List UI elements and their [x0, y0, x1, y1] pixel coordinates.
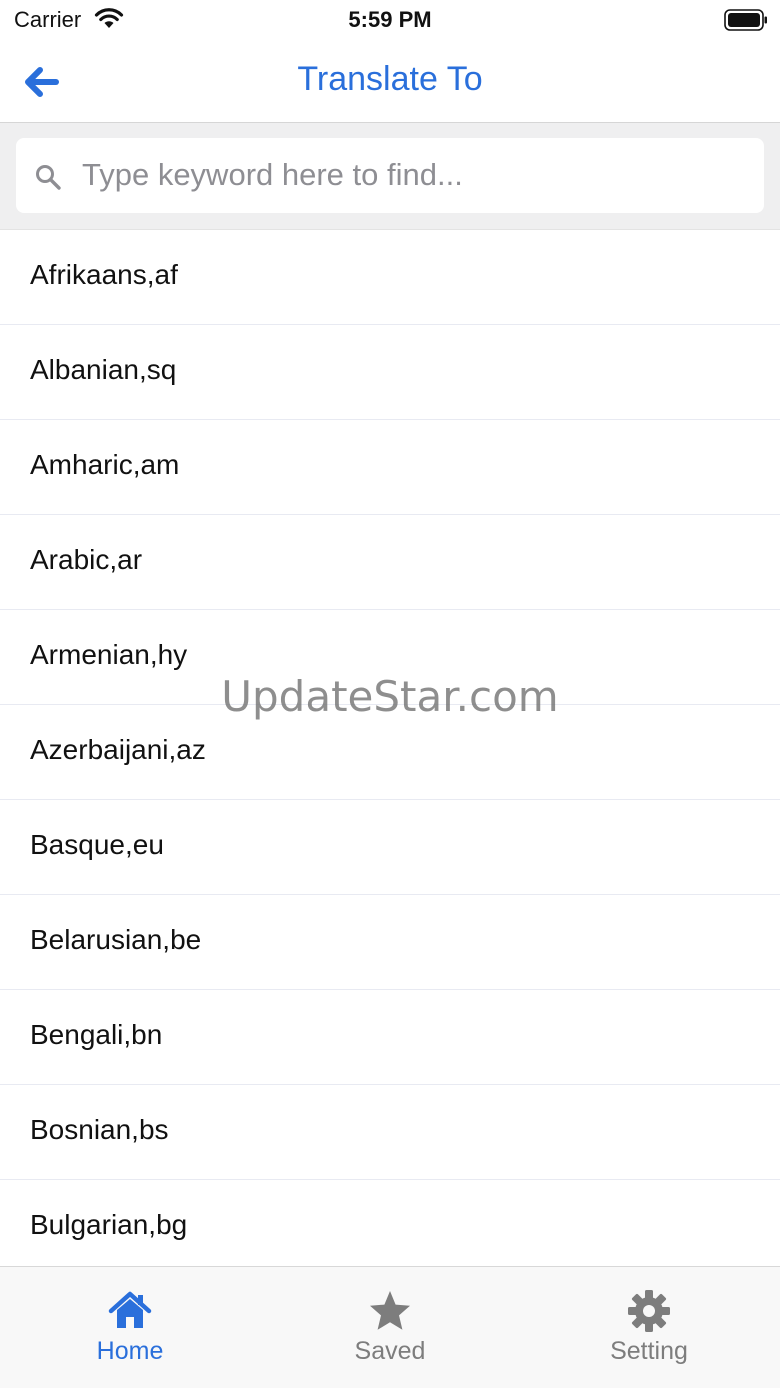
nav-bar: Translate To — [0, 42, 780, 123]
list-item[interactable]: Bulgarian,bg — [0, 1180, 780, 1266]
language-label: Basque,eu — [30, 829, 164, 860]
tab-saved[interactable]: Saved — [260, 1267, 520, 1388]
language-label: Amharic,am — [30, 449, 180, 480]
status-bar: Carrier 5:59 PM — [0, 0, 780, 40]
tab-home[interactable]: Home — [0, 1267, 260, 1388]
tab-label: Home — [96, 1337, 164, 1365]
tab-label: Saved — [354, 1337, 426, 1365]
language-label: Bulgarian,bg — [30, 1209, 188, 1240]
watermark: UpdateStar.com — [221, 672, 559, 721]
search-bar — [0, 123, 780, 230]
search-box[interactable] — [16, 138, 764, 213]
list-item[interactable]: Bosnian,bs — [0, 1085, 780, 1180]
battery-icon — [724, 9, 767, 31]
page-title: Translate To — [297, 60, 483, 98]
list-item[interactable]: Amharic,am — [0, 420, 780, 515]
tab-bar: Home Saved Setting — [0, 1266, 780, 1388]
list-item[interactable]: Arabic,ar — [0, 515, 780, 610]
language-label: Azerbaijani,az — [30, 734, 206, 765]
search-icon — [36, 165, 61, 190]
list-item[interactable]: Albanian,sq — [0, 325, 780, 420]
language-label: Armenian,hy — [30, 639, 188, 670]
search-input[interactable] — [82, 152, 742, 198]
tab-label: Setting — [610, 1337, 688, 1365]
gear-icon — [628, 1290, 670, 1332]
home-icon — [108, 1291, 152, 1328]
language-label: Albanian,sq — [30, 354, 177, 385]
list-item[interactable]: Afrikaans,af — [0, 230, 780, 325]
star-icon — [370, 1291, 410, 1330]
language-label: Bengali,bn — [30, 1019, 163, 1050]
language-label: Afrikaans,af — [30, 259, 178, 290]
list-item[interactable]: Basque,eu — [0, 800, 780, 895]
language-label: Belarusian,be — [30, 924, 202, 955]
status-time: 5:59 PM — [348, 7, 432, 32]
language-list: Afrikaans,af Albanian,sq Amharic,am Arab… — [0, 230, 780, 1266]
tab-setting[interactable]: Setting — [519, 1267, 779, 1388]
language-label: Arabic,ar — [30, 544, 143, 575]
list-item[interactable]: Bengali,bn — [0, 990, 780, 1085]
language-label: Bosnian,bs — [30, 1114, 169, 1145]
list-item[interactable]: Belarusian,be — [0, 895, 780, 990]
